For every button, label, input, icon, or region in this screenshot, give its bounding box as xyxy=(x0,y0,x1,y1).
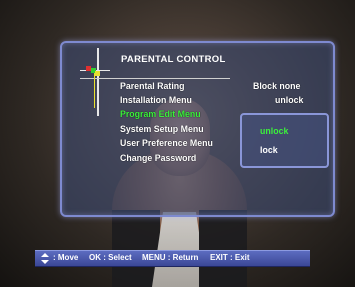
decor-vertical-line xyxy=(97,48,99,116)
menu-item-user-preference-menu[interactable]: User Preference Menu xyxy=(120,138,213,148)
up-down-arrows-icon xyxy=(41,251,49,266)
parental-rating-value[interactable]: Block none xyxy=(253,81,300,91)
hint-move: : Move xyxy=(53,253,79,262)
decor-yellow-dot xyxy=(95,71,100,76)
menu-item-change-password[interactable]: Change Password xyxy=(120,153,196,163)
key-hint-bar: : Move OK : Select MENU : Return EXIT : … xyxy=(35,250,310,267)
menu-item-installation-menu[interactable]: Installation Menu xyxy=(120,95,192,105)
menu-item-parental-rating[interactable]: Parental Rating xyxy=(120,81,185,91)
hint-exit: EXIT : Exit xyxy=(210,253,250,262)
vest-left xyxy=(112,210,160,287)
hint-select: OK : Select xyxy=(89,253,132,262)
menu-item-program-edit-menu[interactable]: Program Edit Menu xyxy=(120,109,201,119)
title-underline xyxy=(80,78,230,79)
decor-yellow-line xyxy=(94,72,95,108)
lock-option-popup: unlock lock xyxy=(240,113,329,168)
option-lock[interactable]: lock xyxy=(260,145,278,155)
installation-menu-value[interactable]: unlock xyxy=(275,95,303,105)
option-unlock[interactable]: unlock xyxy=(260,126,288,136)
hint-return: MENU : Return xyxy=(142,253,199,262)
vest-right xyxy=(199,210,247,287)
menu-item-system-setup-menu[interactable]: System Setup Menu xyxy=(120,124,204,134)
menu-title: PARENTAL CONTROL xyxy=(121,54,226,65)
